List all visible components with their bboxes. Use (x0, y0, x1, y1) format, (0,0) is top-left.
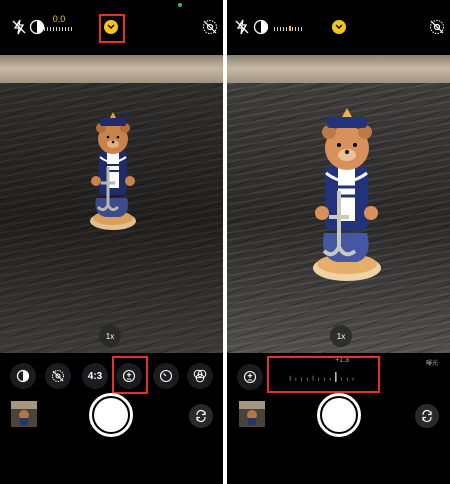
timer-button[interactable] (153, 363, 179, 389)
highlight-box (112, 356, 148, 394)
chevron-down-icon (335, 24, 343, 29)
camera-active-indicator (178, 3, 182, 7)
camera-viewfinder[interactable]: 1x (227, 55, 450, 353)
controls-toggle-button[interactable] (332, 20, 346, 34)
night-mode-button[interactable] (10, 363, 36, 389)
photo-thumbnail[interactable] (239, 401, 265, 427)
exposure-marker (289, 26, 291, 31)
filters-icon (193, 369, 207, 383)
thumbnail-image (11, 401, 37, 427)
highlight-box (99, 14, 125, 43)
highlight-box (267, 356, 380, 393)
exposure-icon (243, 370, 257, 384)
camera-flip-icon (422, 409, 432, 423)
top-toolbar (227, 0, 450, 55)
filters-button[interactable] (187, 363, 213, 389)
zoom-button[interactable]: 1x (99, 325, 121, 347)
camera-flip-icon (196, 409, 206, 423)
aspect-ratio-button[interactable]: 4:3 (82, 363, 108, 389)
exposure-indicator (44, 27, 74, 31)
teddy-bear-figurine (313, 108, 381, 281)
exposure-button[interactable] (237, 364, 263, 390)
live-photo-button[interactable] (45, 363, 71, 389)
live-photo-off-icon[interactable] (428, 18, 446, 36)
exposure-value: 0.0 (52, 14, 66, 24)
shutter-inner[interactable] (322, 398, 356, 432)
photo-thumbnail[interactable] (11, 401, 37, 427)
timer-icon (159, 369, 173, 383)
camera-screen-right: 1x +1.3 曝光 (227, 0, 450, 484)
thumbnail-image (239, 401, 265, 427)
night-mode-icon[interactable] (252, 18, 270, 36)
teddy-bear-figurine (90, 112, 136, 230)
exposure-label: 曝光 (426, 361, 439, 367)
camera-viewfinder[interactable]: 1x (0, 55, 223, 353)
flash-off-icon[interactable] (233, 18, 251, 36)
flash-off-icon[interactable] (10, 18, 28, 36)
night-mode-icon (16, 369, 30, 383)
bottom-controls: 4:3 (0, 353, 223, 484)
live-photo-off-icon (52, 370, 64, 382)
shutter-inner[interactable] (94, 398, 128, 432)
camera-screen-left: 0.0 1x 4:3 (0, 0, 223, 484)
camera-flip-button[interactable] (189, 404, 213, 428)
zoom-button[interactable]: 1x (330, 325, 352, 347)
camera-flip-button[interactable] (415, 404, 439, 428)
top-toolbar: 0.0 (0, 0, 223, 55)
live-photo-off-icon[interactable] (201, 18, 219, 36)
